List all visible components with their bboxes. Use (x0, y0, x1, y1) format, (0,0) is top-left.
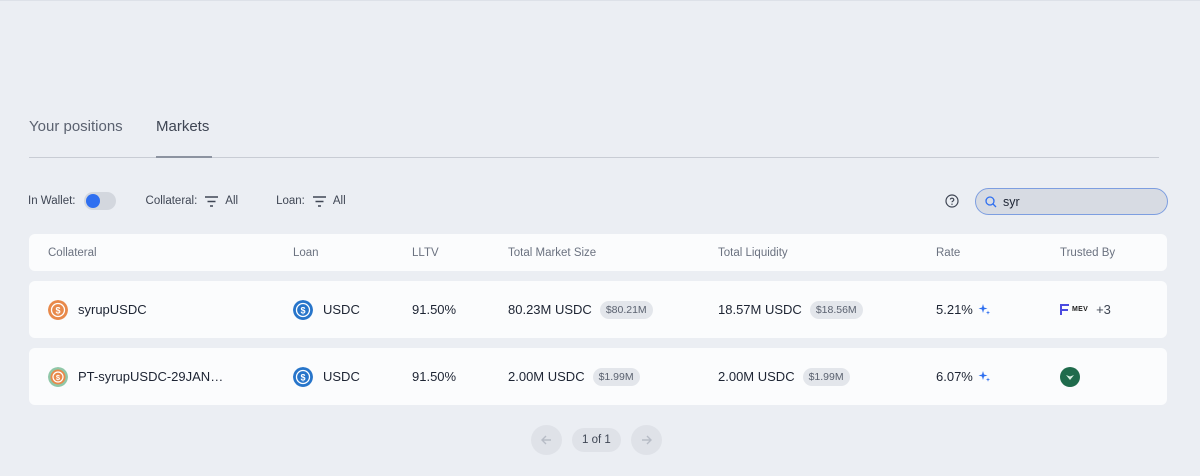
loan-filter-button[interactable]: All (312, 195, 346, 207)
table-header: Collateral Loan LLTV Total Market Size T… (29, 234, 1167, 271)
loan-filter-label: Loan: (276, 195, 305, 207)
market-size-value: 80.23M USDC (508, 302, 592, 317)
lltv-value: 91.50% (412, 302, 457, 317)
column-header-market-size[interactable]: Total Market Size (508, 234, 596, 271)
collateral-name: syrupUSDC (78, 302, 147, 317)
curator-shield-icon (1060, 366, 1080, 387)
tab-bar: Your positions Markets (29, 112, 1159, 158)
rate-cell: 5.21% (936, 281, 991, 338)
column-header-trusted-by[interactable]: Trusted By (1060, 234, 1115, 271)
svg-text:$: $ (300, 305, 305, 315)
in-wallet-toggle[interactable] (83, 192, 116, 210)
pt-syrup-usdc-icon: $ (48, 366, 68, 387)
arrow-right-icon (641, 435, 652, 445)
loan-cell: $ USDC (293, 348, 360, 405)
arrow-left-icon (541, 435, 551, 445)
toggle-knob (85, 194, 100, 208)
curator-label: MEV (1072, 306, 1089, 313)
trusted-by-more-count: +3 (1096, 302, 1111, 317)
sparkle-icon[interactable] (978, 370, 991, 383)
liquidity-value: 2.00M USDC (718, 369, 795, 384)
tab-your-positions[interactable]: Your positions (29, 118, 123, 135)
table-row[interactable]: $ PT-syrupUSDC-29JAN… $ USDC 91.50% 2.00… (29, 348, 1167, 405)
next-page-button[interactable] (630, 425, 662, 455)
column-header-lltv[interactable]: LLTV (412, 234, 439, 271)
rate-cell: 6.07% (936, 348, 991, 405)
loan-name: USDC (323, 302, 360, 317)
rate-value: 6.07% (936, 369, 973, 384)
collateral-filter-button[interactable]: All (205, 195, 238, 207)
collateral-name: PT-syrupUSDC-29JAN… (78, 369, 224, 384)
filter-icon (205, 195, 219, 207)
collateral-filter-value: All (225, 195, 239, 207)
sparkle-icon[interactable] (978, 303, 991, 316)
usdc-icon: $ (293, 366, 313, 387)
curator-mev-logo: MEV (1060, 304, 1088, 315)
svg-text:$: $ (55, 305, 60, 315)
table-row[interactable]: $ syrupUSDC $ USDC 91.50% 80.23M USDC $8… (29, 281, 1167, 338)
help-circle-icon[interactable] (945, 194, 959, 208)
syrup-usdc-icon: $ (48, 299, 68, 320)
loan-cell: $ USDC (293, 281, 360, 338)
liquidity-cell: 18.57M USDC $18.56M (718, 281, 863, 338)
active-tab-indicator (156, 156, 212, 158)
rate-value: 5.21% (936, 302, 973, 317)
market-size-value: 2.00M USDC (508, 369, 585, 384)
svg-text:$: $ (300, 372, 305, 382)
column-header-loan[interactable]: Loan (293, 234, 319, 271)
prev-page-button[interactable] (531, 425, 562, 455)
loan-filter-value: All (332, 195, 346, 207)
collateral-filter-label: Collateral: (145, 195, 198, 207)
loan-name: USDC (323, 369, 360, 384)
filter-icon (312, 195, 326, 207)
trusted-by-cell[interactable] (1060, 348, 1080, 405)
liquidity-usd-badge: $1.99M (802, 367, 850, 386)
usdc-icon: $ (293, 299, 313, 320)
liquidity-value: 18.57M USDC (718, 302, 802, 317)
liquidity-usd-badge: $18.56M (809, 300, 863, 319)
column-header-liquidity[interactable]: Total Liquidity (718, 234, 788, 271)
filter-bar: In Wallet: Collateral: All Loan: All (28, 190, 384, 212)
market-size-cell: 2.00M USDC $1.99M (508, 348, 640, 405)
trusted-by-cell[interactable]: MEV +3 (1060, 281, 1111, 338)
lltv-value: 91.50% (412, 369, 457, 384)
market-size-usd-badge: $80.21M (599, 300, 653, 319)
page-indicator: 1 of 1 (572, 428, 621, 452)
mev-capital-icon (1060, 304, 1069, 315)
search-box (975, 188, 1168, 215)
column-header-rate[interactable]: Rate (936, 234, 960, 271)
in-wallet-label: In Wallet: (28, 195, 76, 207)
market-size-cell: 80.23M USDC $80.21M (508, 281, 653, 338)
liquidity-cell: 2.00M USDC $1.99M (718, 348, 850, 405)
search-icon (985, 195, 997, 207)
top-border (0, 0, 1200, 1)
pagination: 1 of 1 (531, 425, 662, 455)
collateral-cell: $ PT-syrupUSDC-29JAN… (48, 348, 223, 405)
tab-markets[interactable]: Markets (156, 118, 209, 135)
search-input[interactable] (1003, 194, 1153, 209)
collateral-cell: $ syrupUSDC (48, 281, 147, 338)
market-size-usd-badge: $1.99M (592, 367, 640, 386)
column-header-collateral[interactable]: Collateral (48, 234, 97, 271)
